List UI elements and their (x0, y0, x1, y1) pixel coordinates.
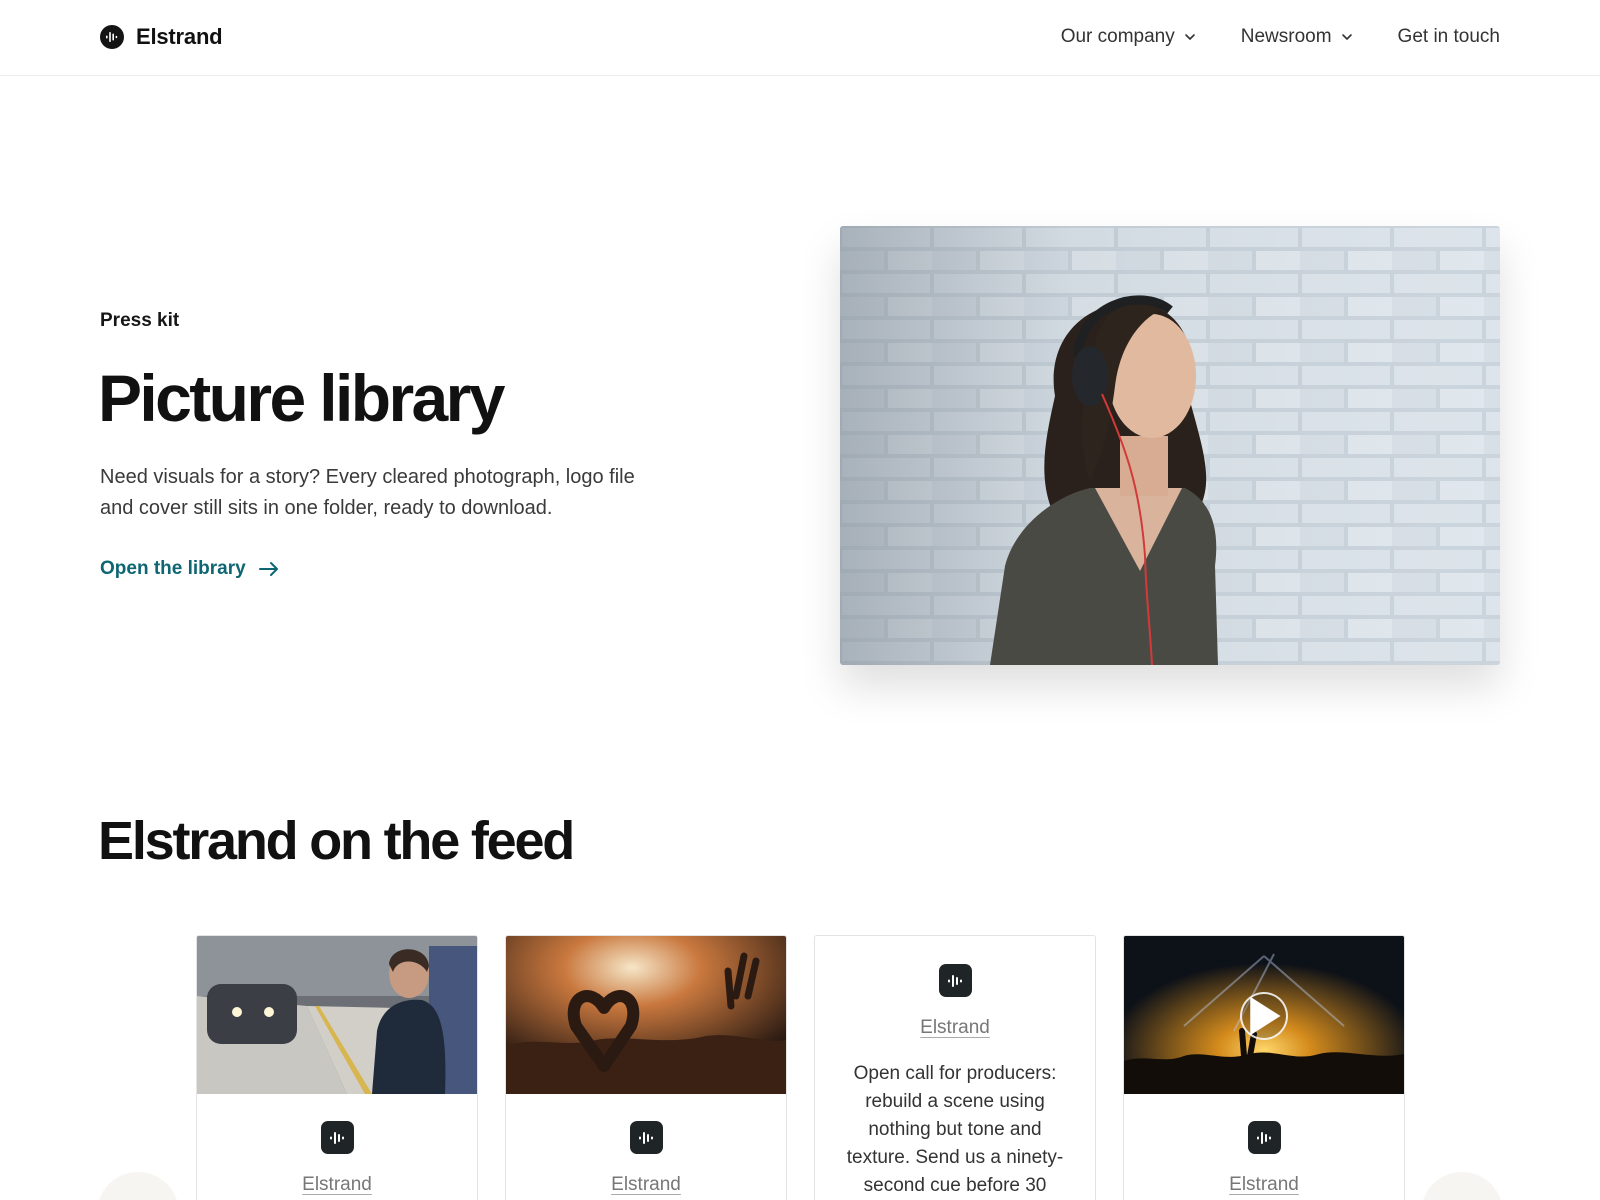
open-library-label: Open the library (100, 558, 246, 579)
carousel-next-button[interactable] (1421, 1172, 1503, 1200)
card-photo (197, 936, 477, 1094)
waveform-badge-icon (1248, 1121, 1281, 1154)
woman-headphones-image (840, 226, 1500, 665)
main-nav: Our company Newsroom Get in touch (1061, 26, 1500, 48)
nav-label: Get in touch (1397, 26, 1500, 47)
video-play-button[interactable] (1240, 992, 1288, 1040)
card-author-link[interactable]: Elstrand (506, 1174, 786, 1196)
feed-title: Elstrand on the feed (98, 811, 575, 871)
nav-label: Newsroom (1240, 26, 1332, 47)
subway-listener-image (197, 936, 477, 1094)
nav-newsroom[interactable]: Newsroom (1241, 26, 1354, 48)
chevron-down-icon (1184, 34, 1195, 40)
site-header: Elstrand Our company Newsroom Get in tou… (0, 0, 1600, 76)
card-photo (506, 936, 786, 1094)
brand-name: Elstrand (136, 24, 223, 49)
card-author-link[interactable]: Elstrand (815, 1017, 1095, 1039)
open-library-link[interactable]: Open the library (100, 558, 280, 580)
feed-card[interactable]: Elstrand (1123, 935, 1405, 1200)
waveform-badge-icon (321, 1121, 354, 1154)
nav-get-in-touch[interactable]: Get in touch (1398, 26, 1500, 48)
feed-card[interactable]: Elstrand (196, 935, 478, 1200)
nav-our-company[interactable]: Our company (1061, 26, 1197, 48)
carousel-prev-button[interactable] (97, 1172, 179, 1200)
concert-heart-hands-image (506, 936, 786, 1094)
brand-logo[interactable]: Elstrand (100, 24, 223, 50)
card-author-link[interactable]: Elstrand (1124, 1174, 1404, 1196)
hero-title: Picture library (98, 361, 505, 435)
feed-card[interactable]: Elstrand Open call for producers: rebuil… (814, 935, 1096, 1200)
feed-card[interactable]: Elstrand (505, 935, 787, 1200)
hero-description: Need visuals for a story? Every cleared … (100, 466, 635, 519)
chevron-down-icon (1341, 34, 1352, 40)
card-post-text: Open call for producers: rebuild a scene… (846, 1063, 1064, 1196)
nav-label: Our company (1060, 26, 1175, 47)
hero-photo (840, 226, 1500, 665)
waveform-badge-icon (939, 964, 972, 997)
waveform-logo-icon (100, 25, 124, 49)
waveform-badge-icon (630, 1121, 663, 1154)
play-icon (1250, 996, 1281, 1036)
card-video (1124, 936, 1404, 1094)
card-author-link[interactable]: Elstrand (197, 1174, 477, 1196)
arrow-right-icon (258, 562, 278, 576)
hero-eyebrow: Press kit (100, 310, 180, 331)
